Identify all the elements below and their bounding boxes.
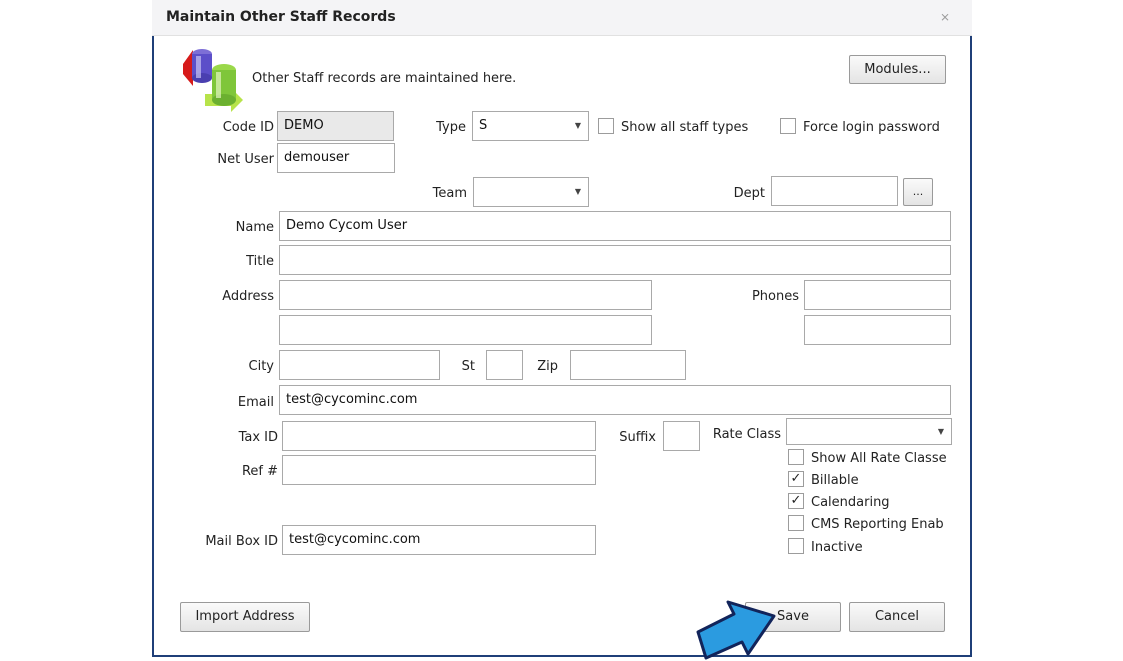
name-field[interactable]: Demo Cycom User: [279, 211, 951, 241]
cms-reporting-checkbox[interactable]: [788, 515, 804, 531]
show-all-staff-types-label: Show all staff types: [621, 120, 749, 135]
st-field[interactable]: [486, 350, 523, 380]
phones-label: Phones: [751, 289, 799, 304]
show-all-rate-classes-label: Show All Rate Classe: [811, 451, 947, 466]
force-login-password-checkbox[interactable]: [780, 118, 796, 134]
net-user-label: Net User: [217, 152, 274, 167]
dept-field[interactable]: [771, 176, 898, 206]
suffix-field[interactable]: [663, 421, 700, 451]
address-line1-field[interactable]: [279, 280, 652, 310]
team-select[interactable]: ▼: [473, 177, 589, 207]
phone1-field[interactable]: [804, 280, 951, 310]
address-label: Address: [222, 289, 274, 304]
city-field[interactable]: [279, 350, 440, 380]
pointer-arrow-icon: [696, 600, 776, 660]
close-icon[interactable]: ⨯: [940, 10, 950, 24]
dept-label: Dept: [733, 186, 765, 201]
mail-box-id-label: Mail Box ID: [205, 534, 278, 549]
phone2-field[interactable]: [804, 315, 951, 345]
suffix-label: Suffix: [619, 430, 656, 445]
email-label: Email: [237, 395, 274, 410]
type-label: Type: [436, 120, 466, 135]
code-id-label: Code ID: [222, 120, 274, 135]
chevron-down-icon: ▼: [574, 121, 582, 130]
title-label: Title: [246, 254, 274, 269]
import-address-button[interactable]: Import Address: [180, 602, 310, 632]
rate-class-label: Rate Class: [712, 427, 781, 442]
mail-box-id-field[interactable]: test@cycominc.com: [282, 525, 596, 555]
rate-class-select[interactable]: ▼: [786, 418, 952, 445]
tax-id-label: Tax ID: [238, 430, 278, 445]
net-user-field[interactable]: demouser: [277, 143, 395, 173]
force-login-password-label: Force login password: [803, 120, 940, 135]
chevron-down-icon: ▼: [937, 427, 945, 436]
name-label: Name: [235, 220, 274, 235]
database-icon: [183, 49, 243, 112]
chevron-down-icon: ▼: [574, 187, 582, 196]
inactive-label: Inactive: [811, 540, 863, 555]
type-value: S: [479, 118, 488, 133]
title-field[interactable]: [279, 245, 951, 275]
zip-label: Zip: [537, 359, 558, 374]
header-description: Other Staff records are maintained here.: [252, 71, 517, 86]
billable-label: Billable: [811, 473, 859, 488]
email-field[interactable]: test@cycominc.com: [279, 385, 951, 415]
tax-id-field[interactable]: [282, 421, 596, 451]
show-all-staff-types-checkbox[interactable]: [598, 118, 614, 134]
ref-label: Ref #: [241, 464, 278, 479]
inactive-checkbox[interactable]: [788, 538, 804, 554]
address-line2-field[interactable]: [279, 315, 652, 345]
ref-field[interactable]: [282, 455, 596, 485]
dialog-title: Maintain Other Staff Records: [166, 9, 396, 25]
code-id-field[interactable]: DEMO: [277, 111, 394, 141]
show-all-rate-classes-checkbox[interactable]: [788, 449, 804, 465]
cancel-button[interactable]: Cancel: [849, 602, 945, 632]
city-label: City: [248, 359, 274, 374]
team-label: Team: [432, 186, 467, 201]
st-label: St: [461, 359, 475, 374]
calendaring-label: Calendaring: [811, 495, 890, 510]
dept-browse-button[interactable]: ...: [903, 178, 933, 206]
cms-reporting-label: CMS Reporting Enab: [811, 517, 944, 532]
type-select[interactable]: S ▼: [472, 111, 589, 141]
calendaring-checkbox[interactable]: ✓: [788, 493, 804, 509]
zip-field[interactable]: [570, 350, 686, 380]
billable-checkbox[interactable]: ✓: [788, 471, 804, 487]
modules-button[interactable]: Modules...: [849, 55, 946, 84]
